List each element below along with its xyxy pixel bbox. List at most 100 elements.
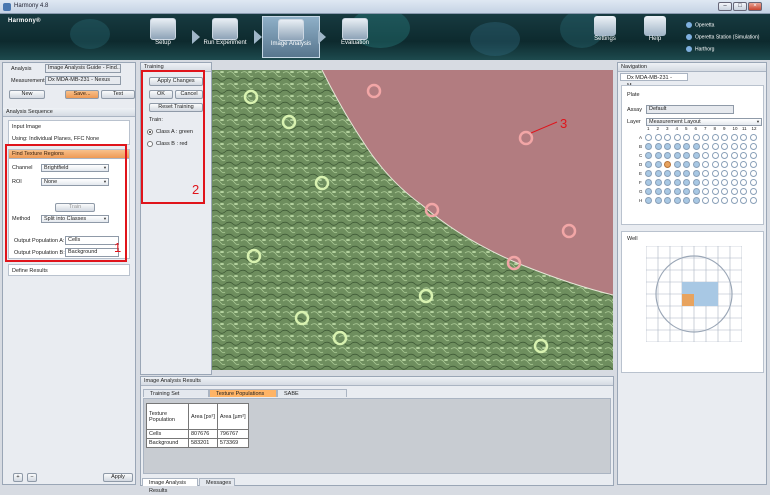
- plate-well[interactable]: [749, 152, 757, 159]
- assay-field[interactable]: Default: [646, 105, 734, 114]
- plate-well[interactable]: [654, 134, 662, 141]
- plate-well[interactable]: [711, 179, 719, 186]
- plate-well[interactable]: [749, 179, 757, 186]
- plate-well[interactable]: [711, 161, 719, 168]
- plate-well[interactable]: [730, 161, 738, 168]
- input-image-block[interactable]: Input Image Using: Individual Planes, FF…: [8, 120, 130, 145]
- plate-well[interactable]: [711, 170, 719, 177]
- plate-well[interactable]: [730, 134, 738, 141]
- measurement-field[interactable]: Dx MDA-MB-231 - Nexus: [45, 76, 121, 85]
- layer-dropdown[interactable]: Measurement Layout: [646, 118, 762, 126]
- apply-button[interactable]: Apply: [103, 473, 133, 482]
- workflow-evaluation[interactable]: Evaluation: [326, 16, 384, 58]
- plate-well[interactable]: [702, 161, 709, 168]
- tab-image-analysis-results[interactable]: Image Analysis Results: [142, 478, 198, 494]
- maximize-button[interactable]: □: [733, 2, 747, 11]
- plate-well[interactable]: [654, 188, 662, 195]
- plate-well[interactable]: [645, 161, 652, 168]
- tab-messages[interactable]: Messages: [199, 478, 235, 486]
- well-field-map[interactable]: [646, 246, 742, 342]
- plate-well[interactable]: [664, 197, 671, 204]
- tab-plate-measurement[interactable]: Dx MDA-MB-231 - M...: [620, 73, 688, 89]
- plate-well[interactable]: [645, 179, 652, 186]
- plate-well[interactable]: [702, 170, 709, 177]
- plate-well[interactable]: [664, 134, 671, 141]
- add-step-button[interactable]: +: [13, 473, 23, 482]
- plate-well[interactable]: [683, 170, 690, 177]
- plate-well[interactable]: [692, 143, 700, 150]
- help-button[interactable]: Help: [640, 16, 670, 42]
- close-button[interactable]: ×: [748, 2, 762, 11]
- plate-well[interactable]: [730, 143, 738, 150]
- plate-well[interactable]: [740, 170, 747, 177]
- plate-well[interactable]: [692, 161, 700, 168]
- tab-texture-populations[interactable]: Texture Populations: [209, 389, 277, 397]
- plate-well[interactable]: [702, 134, 709, 141]
- plate-well[interactable]: [654, 143, 662, 150]
- save-button[interactable]: Save...: [65, 90, 99, 99]
- plate-well[interactable]: [683, 152, 690, 159]
- plate-well[interactable]: [645, 134, 652, 141]
- plate-well[interactable]: [749, 134, 757, 141]
- plate-well[interactable]: [740, 161, 747, 168]
- link-operetta[interactable]: Operetta: [686, 22, 714, 28]
- text-button[interactable]: Text: [101, 90, 135, 99]
- brightfield-image-view[interactable]: [212, 70, 613, 370]
- plate-well[interactable]: [683, 161, 690, 168]
- plate-well[interactable]: [740, 179, 747, 186]
- plate-well[interactable]: [740, 188, 747, 195]
- plate-well[interactable]: [645, 188, 652, 195]
- plate-well[interactable]: [664, 170, 671, 177]
- plate-well[interactable]: [721, 143, 728, 150]
- plate-well[interactable]: [702, 179, 709, 186]
- plate-well[interactable]: [730, 170, 738, 177]
- plate-well[interactable]: [749, 143, 757, 150]
- plate-well[interactable]: [721, 161, 728, 168]
- link-operetta-simulation[interactable]: Operetta Station (Simulation): [686, 34, 759, 40]
- plate-well[interactable]: [702, 188, 709, 195]
- plate-well[interactable]: [645, 197, 652, 204]
- plate-well[interactable]: [645, 152, 652, 159]
- workflow-run-experiment[interactable]: Run Experiment: [196, 16, 254, 58]
- link-user[interactable]: Harthorg: [686, 46, 714, 52]
- plate-well[interactable]: [702, 143, 709, 150]
- plate-well[interactable]: [711, 134, 719, 141]
- plate-well[interactable]: [673, 197, 681, 204]
- plate-well[interactable]: [654, 161, 662, 168]
- plate-well[interactable]: [645, 143, 652, 150]
- new-button[interactable]: New: [9, 90, 45, 99]
- plate-well[interactable]: [673, 143, 681, 150]
- workflow-image-analysis[interactable]: Image Analysis: [262, 16, 320, 58]
- plate-well[interactable]: [692, 170, 700, 177]
- tab-sabe[interactable]: SABE: [277, 389, 347, 397]
- plate-well[interactable]: [654, 152, 662, 159]
- plate-well[interactable]: [673, 134, 681, 141]
- plate-well[interactable]: [692, 134, 700, 141]
- plate-well[interactable]: [645, 170, 652, 177]
- plate-well[interactable]: [730, 152, 738, 159]
- plate-well[interactable]: [711, 197, 719, 204]
- remove-step-button[interactable]: −: [27, 473, 37, 482]
- plate-well[interactable]: [721, 170, 728, 177]
- plate-well[interactable]: [721, 179, 728, 186]
- plate-well[interactable]: [692, 179, 700, 186]
- analysis-field[interactable]: Image Analysis Guide - Find...: [45, 64, 121, 73]
- plate-well[interactable]: [654, 179, 662, 186]
- plate-well[interactable]: [664, 179, 671, 186]
- plate-well[interactable]: [683, 188, 690, 195]
- plate-well[interactable]: [721, 197, 728, 204]
- plate-well[interactable]: [683, 197, 690, 204]
- plate-well[interactable]: [692, 188, 700, 195]
- plate-well[interactable]: [730, 179, 738, 186]
- minimize-button[interactable]: –: [718, 2, 732, 11]
- plate-well[interactable]: [721, 134, 728, 141]
- plate-well[interactable]: [702, 197, 709, 204]
- plate-well[interactable]: [730, 188, 738, 195]
- plate-well[interactable]: [749, 197, 757, 204]
- plate-well[interactable]: [740, 197, 747, 204]
- plate-well[interactable]: [673, 170, 681, 177]
- plate-well[interactable]: [730, 197, 738, 204]
- plate-well[interactable]: [740, 134, 747, 141]
- plate-well[interactable]: [673, 152, 681, 159]
- plate-well[interactable]: [721, 152, 728, 159]
